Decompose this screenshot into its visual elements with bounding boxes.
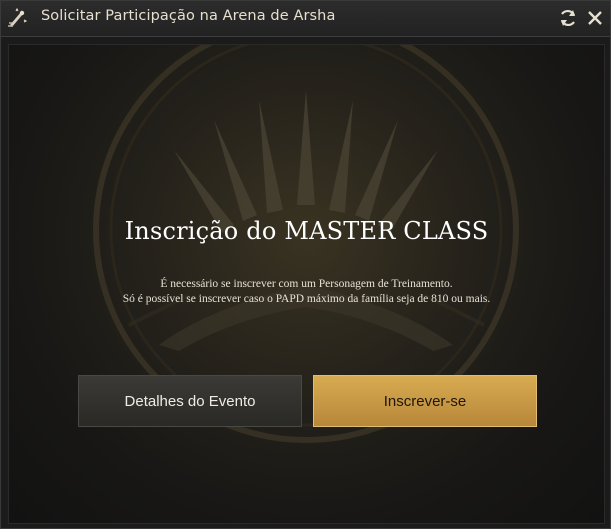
description-line-2: Só é possível se inscrever caso o PAPD m… — [122, 293, 491, 305]
refresh-icon[interactable] — [557, 7, 579, 29]
trophy-icon — [7, 7, 29, 28]
arena-signup-window: Solicitar Participação na Arena de Arsha — [0, 0, 611, 529]
event-details-button[interactable]: Detalhes do Evento — [78, 375, 302, 427]
window-title: Solicitar Participação na Arena de Arsha — [41, 8, 336, 24]
title-bar[interactable]: Solicitar Participação na Arena de Arsha — [1, 1, 610, 37]
signup-button[interactable]: Inscrever-se — [313, 375, 537, 427]
close-icon[interactable] — [584, 7, 606, 29]
page-title: Inscrição do MASTER CLASS — [124, 217, 489, 245]
content-panel: Inscrição do MASTER CLASS É necessário s… — [8, 44, 605, 524]
description-line-1: É necessário se inscrever com um Persona… — [160, 278, 453, 290]
